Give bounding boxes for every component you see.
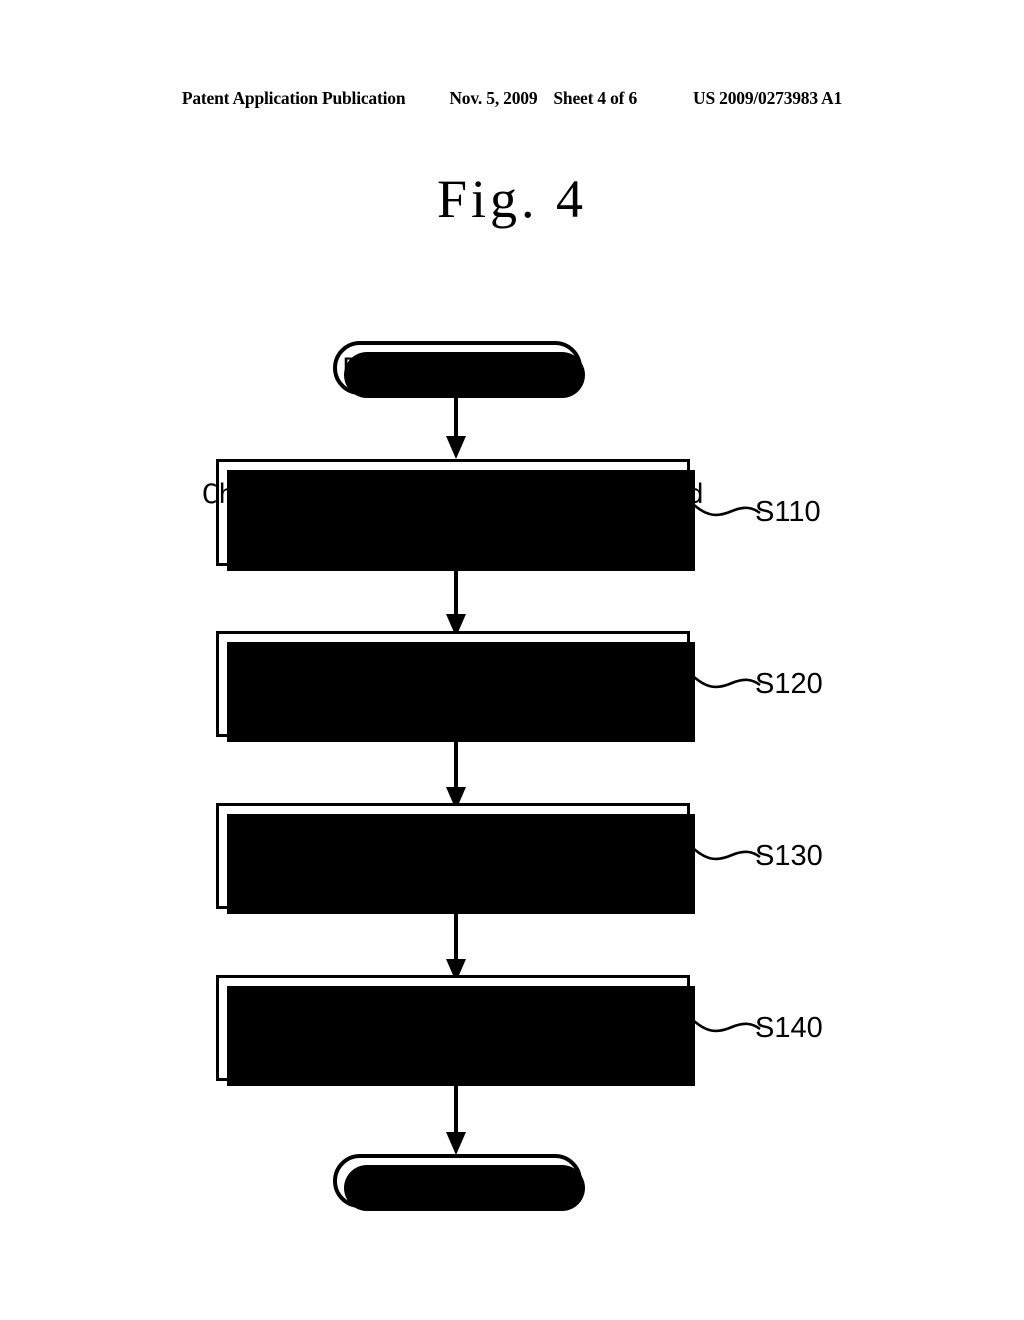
flow-node-s140-line2: a selected word line	[285, 1030, 621, 1061]
flow-node-s130-line2: transistors	[360, 858, 546, 889]
step-ref-s110: S110	[755, 496, 821, 528]
flow-node-start-label: Program start	[342, 352, 573, 384]
flow-node-end[interactable]: Program End	[333, 1154, 585, 1211]
flow-node-s120-line2: for initial precharging	[260, 686, 646, 717]
leader-line-s140	[693, 1020, 761, 1033]
flow-node-s120[interactable]: Applying VSSL to a SSL line for initial …	[216, 631, 695, 742]
flow-node-s110-line2: Vpass to S I lines	[302, 514, 604, 546]
flow-node-s110[interactable]: Charging VSSL to a SS line and Vpass to …	[202, 459, 704, 571]
connector-s120-to-s130	[446, 737, 466, 810]
flow-node-start[interactable]: Program start	[333, 341, 585, 398]
connector-s130-to-s140	[446, 909, 466, 982]
flow-node-s130[interactable]: Turning on block selection transistors	[216, 803, 695, 914]
step-ref-s130: S130	[755, 840, 823, 872]
flow-node-s140-line1: Applying Vpgm to	[318, 994, 588, 1026]
leader-line-s120	[693, 676, 761, 689]
flow-node-s120-line1-prefix: Applying V	[234, 650, 403, 682]
flow-node-s120-line1: Applying VSSL to a SSL line	[235, 648, 671, 684]
connector-start-to-s110	[446, 392, 466, 459]
step-ref-s120: S120	[755, 668, 823, 700]
leader-line-s130	[693, 848, 761, 861]
step-ref-s140: S140	[755, 1012, 823, 1044]
flow-node-end-label: Program End	[359, 1165, 556, 1197]
flow-node-s120-line1-suffix: to a SSL line	[436, 650, 672, 682]
flow-node-s140[interactable]: Applying Vpgm to a selected word line	[216, 975, 695, 1086]
flowchart-diagram: Program start Charging VSSL to a SS line…	[0, 0, 1024, 1320]
flow-node-s130-line1: Turning on block selection	[235, 822, 671, 854]
flow-node-s120-line1-subscript: SSL	[402, 657, 437, 680]
connector-s140-to-end	[446, 1080, 466, 1155]
connector-s110-to-s120	[446, 566, 466, 637]
flow-node-s110-line1: Charging VSSL to a SS line and	[201, 478, 705, 510]
